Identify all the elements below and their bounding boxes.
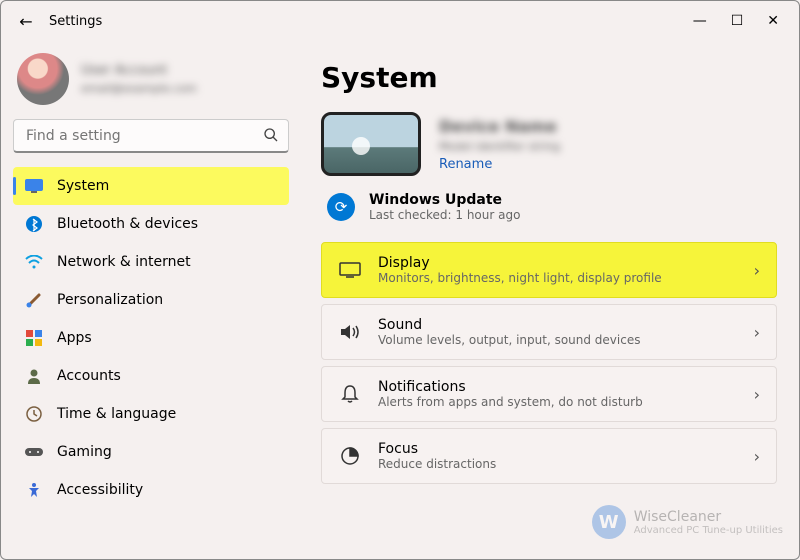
accessibility-icon [25, 481, 43, 499]
clock-icon [25, 405, 43, 423]
card-sound[interactable]: Sound Volume levels, output, input, soun… [321, 304, 777, 360]
maximize-button[interactable]: ☐ [731, 13, 744, 29]
watermark-logo: W [592, 505, 626, 539]
search-input[interactable] [13, 119, 289, 153]
sidebar-item-time[interactable]: Time & language [13, 395, 289, 433]
sidebar-item-label: Accounts [57, 368, 121, 384]
sidebar-item-personalization[interactable]: Personalization [13, 281, 289, 319]
sidebar-item-label: Network & internet [57, 254, 191, 270]
card-display[interactable]: Display Monitors, brightness, night ligh… [321, 242, 777, 298]
device-section: Device Name Model identifier string Rena… [321, 112, 777, 176]
update-subtitle: Last checked: 1 hour ago [369, 208, 520, 222]
watermark: W WiseCleaner Advanced PC Tune-up Utilit… [592, 505, 783, 539]
profile-name: User Account [81, 63, 197, 78]
sidebar-item-accessibility[interactable]: Accessibility [13, 471, 289, 509]
sidebar-item-label: System [57, 178, 109, 194]
window-controls: — ☐ ✕ [693, 13, 789, 29]
minimize-button[interactable]: — [693, 13, 707, 29]
sidebar-item-label: Personalization [57, 292, 163, 308]
wifi-icon [25, 253, 43, 271]
sidebar-item-network[interactable]: Network & internet [13, 243, 289, 281]
sidebar-item-label: Apps [57, 330, 92, 346]
update-title: Windows Update [369, 192, 520, 208]
profile-section[interactable]: User Account email@example.com [13, 49, 289, 119]
card-subtitle: Monitors, brightness, night light, displ… [378, 271, 662, 285]
rename-link[interactable]: Rename [439, 157, 560, 172]
sidebar-item-system[interactable]: System [13, 167, 289, 205]
watermark-brand: WiseCleaner [634, 509, 783, 525]
card-title: Notifications [378, 379, 643, 395]
titlebar: ← Settings — ☐ ✕ [1, 1, 799, 41]
card-title: Sound [378, 317, 640, 333]
sidebar-item-label: Bluetooth & devices [57, 216, 198, 232]
sidebar-item-gaming[interactable]: Gaming [13, 433, 289, 471]
device-model: Model identifier string [439, 140, 560, 153]
chevron-right-icon: › [754, 447, 760, 466]
sidebar-item-label: Accessibility [57, 482, 143, 498]
card-focus[interactable]: Focus Reduce distractions › [321, 428, 777, 484]
system-icon [25, 177, 43, 195]
settings-cards: Display Monitors, brightness, night ligh… [321, 242, 777, 484]
main-panel: System Device Name Model identifier stri… [301, 41, 799, 559]
sound-icon [338, 323, 362, 341]
back-button[interactable]: ← [11, 12, 41, 31]
person-icon [25, 367, 43, 385]
window-title: Settings [49, 14, 102, 29]
search-icon[interactable] [263, 127, 279, 147]
chevron-right-icon: › [754, 323, 760, 342]
profile-email: email@example.com [81, 82, 197, 95]
card-subtitle: Reduce distractions [378, 457, 496, 471]
sidebar-item-bluetooth[interactable]: Bluetooth & devices [13, 205, 289, 243]
sidebar-item-accounts[interactable]: Accounts [13, 357, 289, 395]
avatar [17, 53, 69, 105]
close-button[interactable]: ✕ [767, 13, 779, 29]
chevron-right-icon: › [754, 261, 760, 280]
display-icon [338, 262, 362, 278]
gaming-icon [25, 443, 43, 461]
sidebar-item-label: Gaming [57, 444, 112, 460]
apps-icon [25, 329, 43, 347]
brush-icon [25, 291, 43, 309]
card-title: Display [378, 255, 662, 271]
device-name: Device Name [439, 117, 560, 136]
update-icon: ⟳ [327, 193, 355, 221]
bluetooth-icon [25, 215, 43, 233]
sidebar: User Account email@example.com System Bl… [1, 41, 301, 559]
windows-update-row[interactable]: ⟳ Windows Update Last checked: 1 hour ag… [321, 192, 777, 222]
focus-icon [338, 446, 362, 466]
bell-icon [338, 384, 362, 404]
desktop-thumbnail[interactable] [321, 112, 421, 176]
sidebar-nav: System Bluetooth & devices Network & int… [13, 167, 289, 509]
chevron-right-icon: › [754, 385, 760, 404]
card-notifications[interactable]: Notifications Alerts from apps and syste… [321, 366, 777, 422]
card-subtitle: Alerts from apps and system, do not dist… [378, 395, 643, 409]
sidebar-item-apps[interactable]: Apps [13, 319, 289, 357]
page-title: System [321, 61, 777, 94]
card-title: Focus [378, 441, 496, 457]
card-subtitle: Volume levels, output, input, sound devi… [378, 333, 640, 347]
sidebar-item-label: Time & language [57, 406, 176, 422]
search-box [13, 119, 289, 153]
watermark-sub: Advanced PC Tune-up Utilities [634, 525, 783, 536]
